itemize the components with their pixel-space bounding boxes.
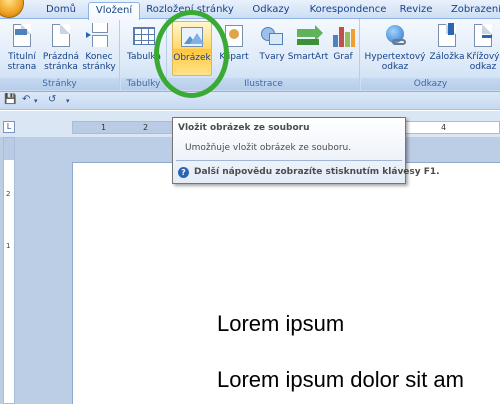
cover-page-icon (9, 23, 35, 49)
document-line[interactable]: Lorem ipsum dolor sit am (217, 367, 464, 393)
vertical-ruler-mark: 1 (6, 242, 11, 250)
tab-home[interactable]: Domů (38, 2, 84, 19)
group-tables-label: Tabulky (121, 78, 166, 90)
vertical-ruler[interactable]: 2 1 (3, 137, 15, 404)
cross-reference-label: Křížový odkaz (466, 52, 500, 72)
ruler-mark: 4 (441, 123, 447, 132)
customize-toolbar-icon[interactable]: ▾ (66, 97, 70, 105)
ruler-mark: 1 (101, 123, 107, 132)
group-links: Hypertextový odkaz Záložka Křížový odkaz… (361, 19, 500, 91)
office-button[interactable] (0, 0, 24, 18)
tooltip-title: Vložit obrázek ze souboru (178, 123, 310, 133)
save-icon[interactable]: 💾 (4, 94, 16, 105)
hyperlink-icon (382, 23, 408, 49)
vertical-ruler-mark: 2 (6, 190, 11, 198)
ribbon-tab-bar: Domů Vložení Rozložení stránky Odkazy Ko… (0, 0, 500, 20)
chart-button[interactable]: Graf (328, 21, 358, 76)
page-break-button[interactable]: Konec stránky (82, 21, 116, 76)
vertical-ruler-margin (4, 138, 14, 160)
tooltip-help-text: Další nápovědu zobrazíte stisknutím kláv… (194, 167, 440, 177)
chart-label: Graf (333, 52, 353, 62)
group-pages-label: Stránky (0, 78, 119, 90)
cover-page-button[interactable]: Titulní strana (6, 21, 38, 76)
blank-page-label: Prázdná stránka (42, 52, 80, 72)
help-icon: ? (178, 167, 189, 178)
shapes-icon (259, 23, 285, 49)
chart-icon (330, 23, 356, 49)
shapes-button[interactable]: Tvary (254, 21, 290, 76)
highlight-ring (154, 10, 229, 98)
group-links-label: Odkazy (361, 78, 500, 90)
page-break-icon (86, 23, 112, 49)
table-icon (131, 23, 157, 49)
page-break-label: Konec stránky (82, 52, 116, 72)
tab-review[interactable]: Revize (396, 2, 436, 19)
hyperlink-button[interactable]: Hypertextový odkaz (365, 21, 425, 76)
tab-stop-selector[interactable]: L (3, 121, 15, 133)
group-pages: Titulní strana Prázdná stránka Konec str… (0, 19, 120, 91)
tab-view[interactable]: Zobrazení (446, 2, 500, 19)
redo-icon[interactable]: ↺ (48, 94, 56, 105)
blank-page-button[interactable]: Prázdná stránka (43, 21, 79, 76)
undo-dropdown-icon[interactable]: ▾ (34, 97, 38, 105)
picture-tooltip: Vložit obrázek ze souboru Umožňuje vloži… (172, 117, 440, 184)
ruler-left-margin (73, 122, 173, 133)
cross-reference-button[interactable]: Křížový odkaz (465, 21, 500, 76)
tooltip-separator (176, 160, 402, 161)
bookmark-button[interactable]: Záložka (429, 21, 465, 76)
smartart-button[interactable]: SmartArt (288, 21, 328, 76)
undo-icon[interactable]: ↶ (22, 94, 30, 105)
blank-page-icon (48, 23, 74, 49)
smartart-icon (295, 23, 323, 49)
tab-references[interactable]: Odkazy (246, 2, 296, 19)
quick-access-toolbar: 💾 ↶ ▾ ↺ ▾ (0, 92, 500, 110)
cover-page-label: Titulní strana (7, 52, 37, 72)
document-line[interactable]: Lorem ipsum (217, 311, 344, 337)
document-page[interactable]: Lorem ipsum Lorem ipsum dolor sit am (72, 162, 500, 404)
bookmark-icon (434, 23, 460, 49)
tab-mailings[interactable]: Korespondence (304, 2, 392, 19)
ribbon: Titulní strana Prázdná stránka Konec str… (0, 19, 500, 92)
tab-insert[interactable]: Vložení (88, 2, 140, 20)
hyperlink-label: Hypertextový odkaz (364, 52, 426, 72)
ruler-mark: 2 (143, 123, 149, 132)
cross-reference-icon (470, 23, 496, 49)
tooltip-description: Umožňuje vložit obrázek ze souboru. (185, 143, 352, 153)
